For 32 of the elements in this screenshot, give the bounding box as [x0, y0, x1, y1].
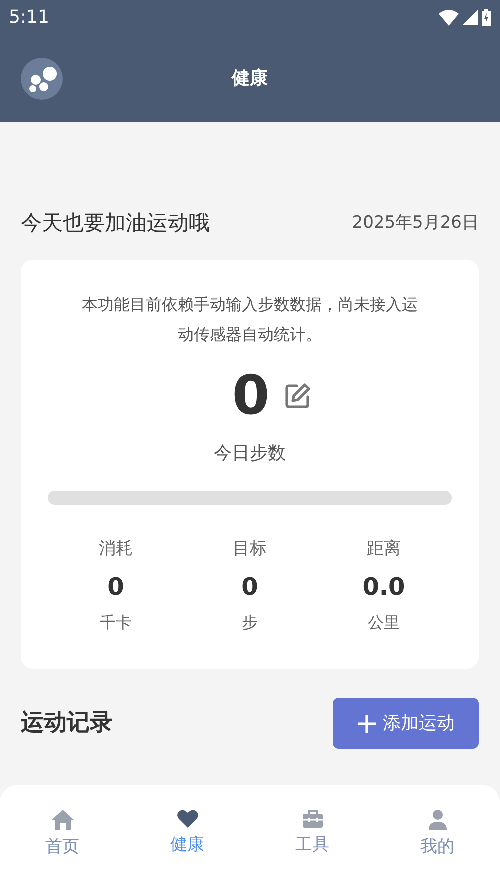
heart-icon — [176, 809, 198, 829]
stat-unit: 公里 — [368, 612, 400, 634]
status-time: 5:11 — [9, 6, 50, 30]
page-title: 健康 — [232, 67, 268, 91]
steps-label: 今日步数 — [214, 442, 286, 466]
stat-value: 0.0 — [362, 572, 406, 602]
step-count: 0 — [232, 364, 270, 428]
stat-unit: 千卡 — [100, 612, 132, 634]
stat-label: 消耗 — [99, 538, 133, 561]
add-exercise-button[interactable]: 添加运动 — [333, 698, 479, 749]
date-text: 2025年5月26日 — [352, 212, 479, 236]
battery-icon — [482, 9, 491, 26]
nav-tab[interactable]: 工具 — [250, 809, 375, 858]
wifi-icon — [439, 10, 459, 26]
stat-label: 距离 — [367, 538, 401, 561]
plus-icon — [357, 714, 377, 734]
stat-value: 0 — [242, 572, 258, 602]
edit-icon[interactable] — [284, 382, 312, 410]
nav-tab[interactable]: 我的 — [375, 809, 500, 860]
home-icon — [50, 809, 74, 831]
stat-unit: 步 — [242, 612, 258, 634]
signal-icon — [463, 10, 478, 25]
greeting-text: 今天也要加油运动哦 — [21, 210, 210, 238]
notice-text: 本功能目前依赖手动输入步数数据，尚未接入运动传感器自动统计。 — [81, 294, 419, 346]
stat-label: 目标 — [233, 538, 267, 561]
nav-tab[interactable]: 健康 — [125, 809, 250, 858]
nav-tab[interactable]: 首页 — [0, 809, 125, 860]
person-icon — [428, 809, 448, 831]
toolbox-icon — [302, 809, 324, 829]
logo-icon — [21, 58, 63, 100]
stat-value: 0 — [108, 572, 124, 602]
section-title: 运动记录 — [21, 709, 113, 738]
